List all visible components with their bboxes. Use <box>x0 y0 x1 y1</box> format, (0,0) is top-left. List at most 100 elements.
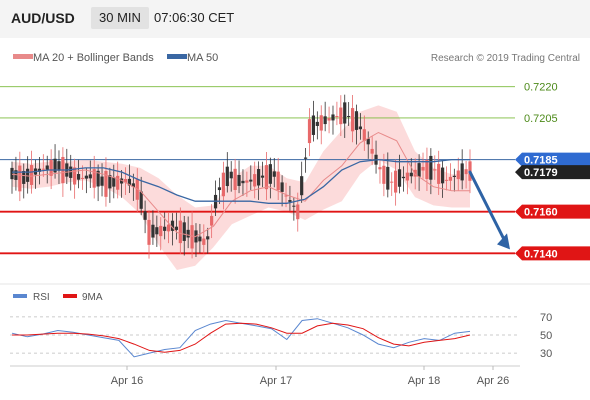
rsi-tick-50: 50 <box>540 330 552 342</box>
candle-body <box>354 111 359 130</box>
candle-body <box>448 176 453 181</box>
candle-body <box>264 165 269 190</box>
candle-body <box>444 179 449 181</box>
candle-body <box>335 116 339 118</box>
candle-body <box>343 102 347 124</box>
candle-body <box>260 175 265 178</box>
candle-body <box>358 126 362 130</box>
candle-body <box>45 165 49 170</box>
price-label-0.7185: 0.7185 <box>524 155 558 167</box>
candle-body <box>433 169 437 171</box>
ma50-legend-label: MA 50 <box>187 52 218 64</box>
candle-body <box>319 115 323 131</box>
candle-body <box>303 157 308 159</box>
candle-body <box>437 163 441 184</box>
candle-body <box>186 229 190 238</box>
candle-body <box>288 200 292 202</box>
candle-body <box>257 169 261 186</box>
candle-body <box>386 166 390 190</box>
candle-body <box>151 224 155 238</box>
x-label-Apr-17: Apr 17 <box>260 375 292 387</box>
rsi-tick-70: 70 <box>540 312 552 324</box>
candle-body <box>143 211 147 220</box>
candle-body <box>29 165 34 185</box>
candle-body <box>378 167 382 170</box>
candle-body <box>182 222 186 241</box>
candle-body <box>405 172 409 181</box>
candle-body <box>80 177 85 179</box>
candle-body <box>272 171 276 177</box>
candle-body <box>76 174 81 180</box>
candle-body <box>166 224 171 232</box>
candle-body <box>292 205 296 207</box>
candle-body <box>159 225 163 237</box>
candle-body <box>217 187 222 191</box>
candle-body <box>417 163 421 177</box>
candle-body <box>268 164 272 184</box>
candle-body <box>206 236 210 240</box>
price-label-0.7140: 0.7140 <box>524 248 558 260</box>
rsi-ma-legend-label: 9MA <box>82 292 103 303</box>
candle-body <box>163 226 167 231</box>
candle-body <box>311 115 316 135</box>
candle-body <box>112 177 116 187</box>
candle-body <box>210 215 214 226</box>
x-label-Apr-26: Apr 26 <box>477 375 509 387</box>
candle-body <box>84 175 88 179</box>
candle-body <box>460 163 464 181</box>
candle-body <box>276 171 280 191</box>
candle-body <box>41 168 45 170</box>
rsi-panel: 70 50 30 <box>10 312 552 360</box>
candle-body <box>280 182 284 192</box>
research-credit: Research © 2019 Trading Central <box>431 53 580 64</box>
rsi-ma-line <box>12 322 471 353</box>
candle-body <box>18 165 22 192</box>
candle-body <box>394 170 398 193</box>
x-label-Apr-18: Apr 18 <box>408 375 440 387</box>
price-label-0.7205: 0.7205 <box>524 113 558 125</box>
candle-body <box>237 175 241 186</box>
ma20-legend-swatch <box>13 54 33 59</box>
forecast-arrow <box>468 170 510 250</box>
candle-body <box>362 129 366 141</box>
rsi-legend-swatch <box>13 294 27 298</box>
candle-body <box>57 161 61 171</box>
forecast-arrow-shaft <box>468 170 507 243</box>
candle-body <box>315 121 319 126</box>
candle-body <box>174 226 179 230</box>
rsi-line <box>11 318 471 358</box>
candle-body <box>401 176 406 179</box>
ma20-legend-label: MA 20 + Bollinger Bands <box>33 52 154 64</box>
candle-body <box>409 172 413 177</box>
candle-body <box>382 165 386 184</box>
candle-body <box>202 238 206 245</box>
x-label-Apr-16: Apr 16 <box>111 375 143 387</box>
candle-body <box>190 225 194 249</box>
candle-body <box>323 116 327 125</box>
bollinger-bands <box>12 105 470 271</box>
candle-body <box>370 148 374 154</box>
candle-body <box>327 118 331 121</box>
candle-body <box>390 181 394 183</box>
candle-body <box>88 174 92 179</box>
candle-body <box>147 219 151 245</box>
candle-body <box>155 227 159 235</box>
candle-body <box>339 107 343 125</box>
candle-body <box>421 166 425 171</box>
candle-body <box>22 170 26 184</box>
ma50-legend-swatch <box>167 54 187 59</box>
price-label-0.7179: 0.7179 <box>524 167 558 179</box>
rsi-legend-label: RSI <box>33 292 50 303</box>
candle-body <box>178 220 182 244</box>
price-axis-tags: 0.7220 0.7205 0.71850.7179 0.7160 0.7140 <box>515 82 590 261</box>
candle-body <box>347 115 351 117</box>
candle-body <box>456 170 460 180</box>
price-chart: MA 20 + Bollinger Bands MA 50 Research ©… <box>0 52 590 387</box>
candle-body <box>397 169 402 187</box>
candle-body <box>221 172 225 197</box>
candle-body <box>73 167 77 185</box>
candle-body <box>452 175 456 178</box>
candle-body <box>350 108 355 132</box>
candle-body <box>253 174 257 187</box>
candle-body <box>100 176 104 186</box>
